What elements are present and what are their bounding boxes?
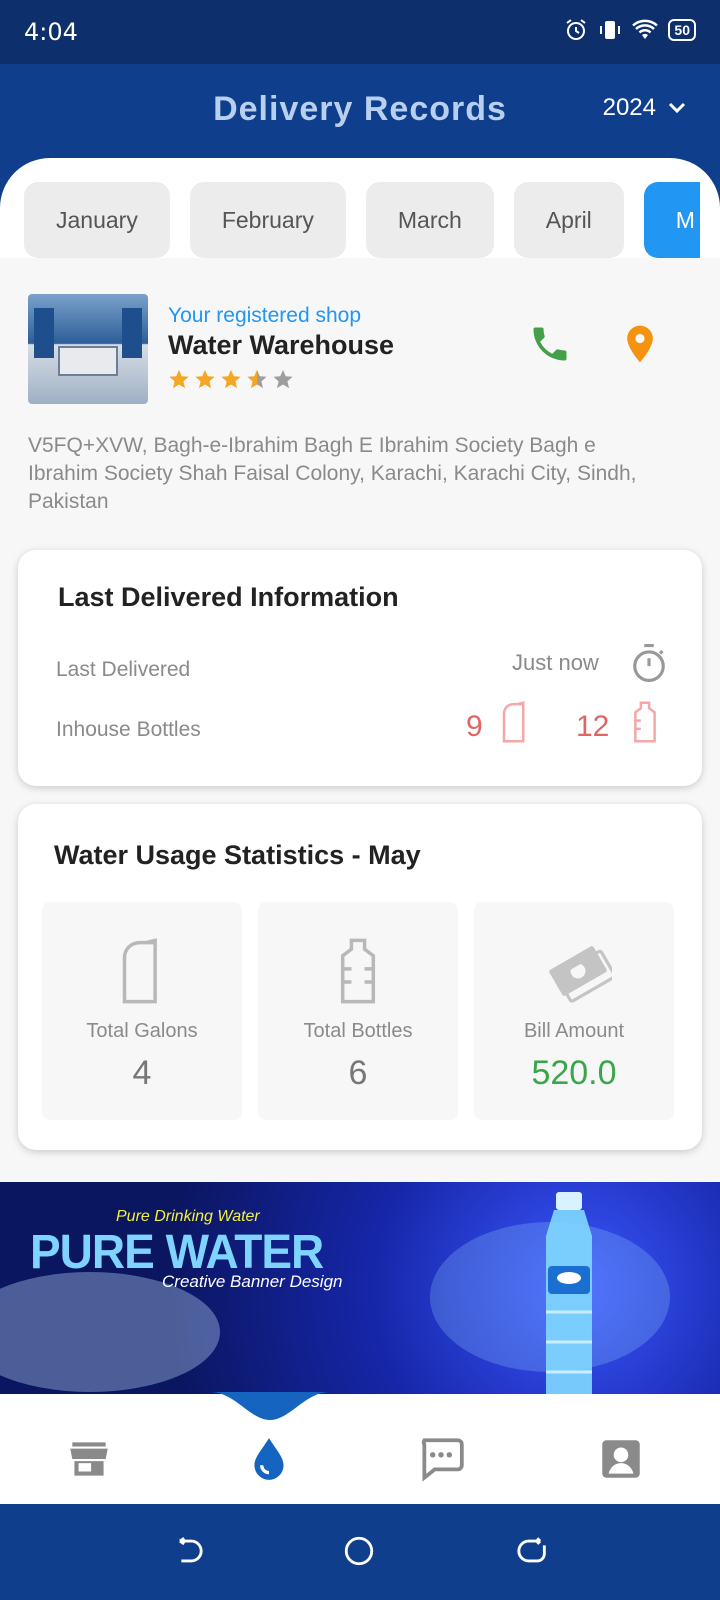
bottles-count: 12	[576, 710, 610, 743]
status-time: 4:04	[24, 18, 78, 46]
year-dropdown[interactable]: 2024	[603, 94, 686, 122]
usage-statistics-card: Water Usage Statistics - May Total Galon…	[18, 804, 702, 1150]
water-drop-icon[interactable]	[244, 1434, 294, 1484]
bottom-navigation	[0, 1392, 720, 1504]
inhouse-bottles-label: Inhouse Bottles	[56, 718, 201, 741]
month-tab[interactable]: February	[189, 182, 346, 258]
alarm-icon	[566, 19, 587, 40]
profile-icon[interactable]	[596, 1434, 646, 1484]
vibrate-icon	[600, 21, 621, 39]
battery-indicator: 50	[668, 19, 696, 41]
last-delivered-label: Last Delivered	[56, 658, 191, 681]
usage-title: Water Usage Statistics - May	[54, 840, 421, 870]
bottle-icon	[634, 701, 656, 743]
last-delivered-card: Last Delivered Information Last Delivere…	[18, 550, 702, 786]
star-icon	[247, 369, 267, 389]
stat-value: 4	[132, 1054, 152, 1092]
month-tab[interactable]: M	[643, 182, 700, 258]
star-icon	[221, 369, 241, 389]
location-pin-icon[interactable]	[618, 322, 662, 366]
recents-icon[interactable]	[516, 1534, 550, 1568]
bottle-icon	[340, 938, 376, 1004]
star-icon	[273, 369, 293, 389]
month-tab[interactable]: March	[365, 182, 494, 258]
back-icon[interactable]	[170, 1534, 204, 1568]
star-icon	[195, 369, 215, 389]
stat-bill-amount: Bill Amount 520.0	[474, 902, 674, 1120]
shop-rating	[168, 368, 294, 390]
shop-photo	[28, 294, 148, 404]
shop-subtitle: Your registered shop	[168, 304, 362, 327]
water-bottle-image	[546, 1192, 592, 1394]
month-tabs: January February March April M	[24, 182, 700, 258]
status-bar: 4:04 50	[0, 0, 720, 64]
money-icon	[549, 946, 612, 1003]
store-icon[interactable]	[64, 1434, 114, 1484]
chevron-down-icon	[668, 102, 686, 114]
month-tab[interactable]: January	[24, 182, 170, 258]
shop-name: Water Warehouse	[168, 330, 395, 360]
banner-tagline: Creative Banner Design	[162, 1272, 343, 1291]
last-delivered-title: Last Delivered Information	[58, 582, 399, 612]
month-tab[interactable]: April	[513, 182, 624, 258]
stat-label: Total Galons	[86, 1020, 198, 1042]
stat-value: 520.0	[531, 1054, 617, 1092]
promo-banner[interactable]: Pure Drinking Water PURE WATER Creative …	[0, 1182, 720, 1394]
gallon-icon	[122, 938, 157, 1004]
wifi-icon	[632, 19, 659, 39]
last-delivered-value: Just now	[512, 650, 599, 675]
stat-total-galons: Total Galons 4	[42, 902, 242, 1120]
stat-label: Total Bottles	[303, 1020, 413, 1042]
status-icons: 50	[564, 18, 696, 42]
banner-headline: PURE WATER	[30, 1223, 324, 1279]
stat-value: 6	[348, 1054, 368, 1092]
system-navigation-bar	[0, 1504, 720, 1600]
active-indicator	[210, 1392, 330, 1420]
phone-icon[interactable]	[528, 322, 572, 366]
chat-icon[interactable]	[416, 1434, 466, 1484]
year-value: 2024	[602, 94, 656, 121]
gallons-count: 9	[466, 710, 483, 743]
month-tabs-panel: January February March April M	[0, 158, 720, 258]
shop-address: V5FQ+XVW, Bagh-e-Ibrahim Bagh E Ibrahim …	[28, 434, 637, 513]
home-icon[interactable]	[342, 1534, 376, 1568]
timer-icon	[633, 644, 665, 682]
stat-total-bottles: Total Bottles 6	[258, 902, 458, 1120]
gallon-icon	[502, 701, 525, 743]
stat-label: Bill Amount	[523, 1020, 625, 1042]
star-icon	[169, 369, 189, 389]
